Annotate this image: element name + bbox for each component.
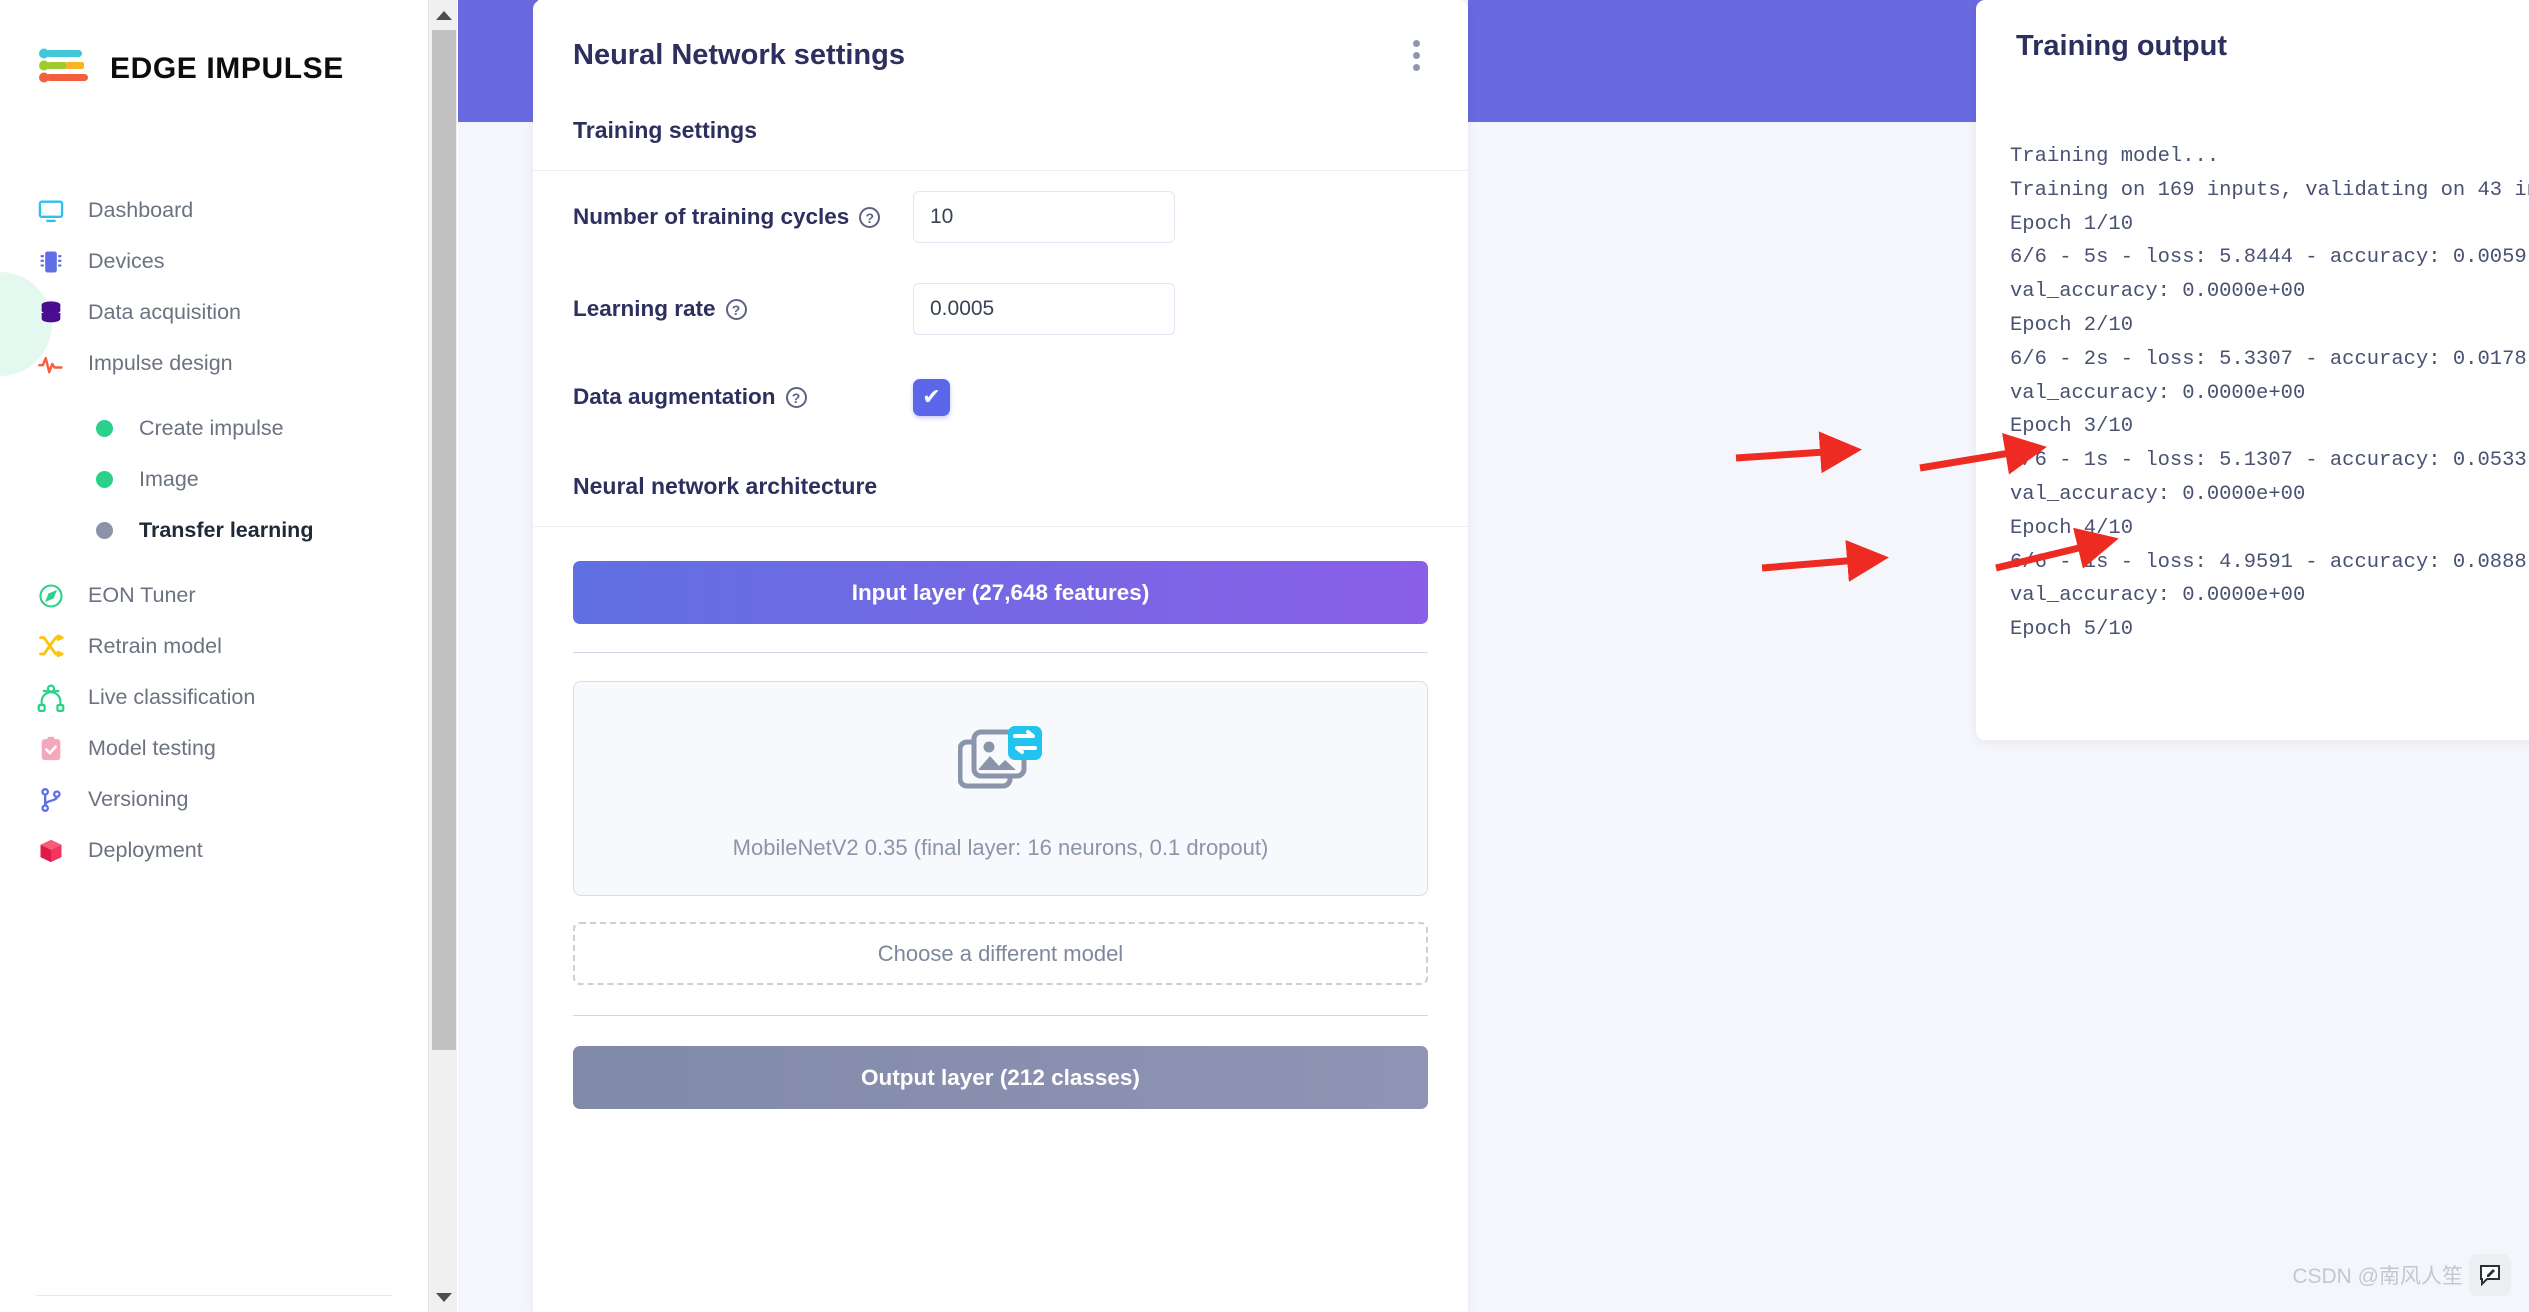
sidebar-nav: Dashboard Devices Data acquisition Impul… — [0, 185, 428, 876]
git-branch-icon — [36, 785, 66, 815]
nodes-icon — [36, 683, 66, 713]
sidebar-item-label: Impulse design — [88, 351, 233, 375]
sidebar-item-dashboard[interactable]: Dashboard — [0, 185, 428, 236]
nn-panel-header: Neural Network settings — [533, 0, 1468, 79]
sidebar-item-devices[interactable]: Devices — [0, 236, 428, 287]
divider — [573, 1015, 1428, 1016]
training-cycles-input[interactable] — [913, 191, 1175, 243]
database-icon — [36, 298, 66, 328]
architecture-body: Input layer (27,648 features) MobileNetV… — [533, 527, 1468, 1109]
sidebar-item-create-impulse[interactable]: Create impulse — [0, 403, 428, 454]
sidebar-item-label: Dashboard — [88, 198, 194, 222]
training-log-container: Training model... Training on 169 inputs… — [1976, 122, 2529, 740]
sidebar-item-retrain-model[interactable]: Retrain model — [0, 621, 428, 672]
sidebar-item-label: Versioning — [88, 787, 189, 811]
question-icon[interactable]: ? — [725, 298, 747, 320]
sidebar-item-label: Data acquisition — [88, 300, 241, 324]
kebab-menu-icon[interactable] — [1405, 32, 1428, 79]
sidebar-scrollbar[interactable] — [428, 0, 457, 1312]
sidebar-item-label: Deployment — [88, 838, 203, 862]
scroll-up-arrow-icon[interactable] — [429, 2, 458, 28]
sidebar-item-label: Create impulse — [139, 416, 284, 440]
sidebar-item-eon-tuner[interactable]: EON Tuner — [0, 570, 428, 621]
architecture-heading: Neural network architecture — [573, 473, 878, 499]
main-content: Neural Network settings Training setting… — [458, 0, 2529, 1312]
field-learning-rate: Learning rate ? — [533, 263, 1468, 355]
sidebar-item-label: Live classification — [88, 685, 256, 709]
divider — [573, 652, 1428, 653]
compass-icon — [36, 581, 66, 611]
shuffle-icon — [36, 632, 66, 662]
neural-network-settings-panel: Neural Network settings Training setting… — [533, 0, 1468, 1312]
field-label-text: Number of training cycles — [573, 204, 850, 229]
output-layer-button[interactable]: Output layer (212 classes) — [573, 1046, 1428, 1109]
training-settings-heading: Training settings — [573, 117, 758, 143]
field-label: Number of training cycles ? — [573, 204, 913, 230]
chip-icon — [36, 247, 66, 277]
dot-icon — [96, 522, 113, 539]
dot-icon — [96, 471, 113, 488]
training-output-panel: Training output Cancel Training model...… — [1976, 0, 2529, 740]
edge-impulse-logo-icon — [36, 48, 96, 90]
model-card[interactable]: MobileNetV2 0.35 (final layer: 16 neuron… — [573, 681, 1428, 896]
header-accent-left — [458, 0, 538, 122]
sidebar-scrollbar-thumb[interactable] — [432, 30, 456, 1050]
question-icon[interactable]: ? — [785, 386, 807, 408]
box-icon — [36, 836, 66, 866]
data-augmentation-checkbox[interactable]: ✔ — [913, 378, 950, 416]
sidebar-item-image[interactable]: Image — [0, 454, 428, 505]
sidebar-item-impulse-design[interactable]: Impulse design — [0, 338, 428, 389]
sidebar-item-label: Image — [139, 467, 199, 491]
field-data-augmentation: Data augmentation ? ✔ — [533, 355, 1468, 439]
sidebar: EDGE IMPULSE Dashboard Devices Data acqu… — [0, 0, 428, 1312]
field-label-text: Learning rate — [573, 296, 716, 321]
sidebar-item-label: Transfer learning — [139, 518, 314, 542]
training-output-header: Training output Cancel — [1976, 0, 2529, 62]
sidebar-divider — [36, 1295, 392, 1296]
sidebar-item-transfer-learning[interactable]: Transfer learning — [0, 505, 428, 556]
header-accent-right — [1468, 0, 2034, 122]
dot-icon — [96, 420, 113, 437]
sidebar-item-versioning[interactable]: Versioning — [0, 774, 428, 825]
pulse-icon — [36, 349, 66, 379]
sidebar-item-deployment[interactable]: Deployment — [0, 825, 428, 876]
brand-name: EDGE IMPULSE — [110, 52, 344, 85]
sidebar-item-label: Devices — [88, 249, 165, 273]
edit-badge-icon — [2469, 1254, 2511, 1296]
field-label: Data augmentation ? — [573, 384, 913, 410]
sidebar-item-model-testing[interactable]: Model testing — [0, 723, 428, 774]
scroll-down-arrow-icon[interactable] — [429, 1284, 458, 1310]
field-label: Learning rate ? — [573, 296, 913, 322]
watermark: CSDN @南风人笙 — [2292, 1254, 2511, 1296]
field-training-cycles: Number of training cycles ? — [533, 171, 1468, 263]
watermark-text: CSDN @南风人笙 — [2292, 1265, 2463, 1288]
choose-different-model-button[interactable]: Choose a different model — [573, 922, 1428, 985]
sidebar-item-data-acquisition[interactable]: Data acquisition — [0, 287, 428, 338]
monitor-icon — [36, 196, 66, 226]
question-icon[interactable]: ? — [859, 206, 881, 228]
sidebar-item-label: EON Tuner — [88, 583, 196, 607]
app-root: EDGE IMPULSE Dashboard Devices Data acqu… — [0, 0, 2529, 1312]
learning-rate-input[interactable] — [913, 283, 1175, 335]
image-transfer-icon — [957, 724, 1044, 801]
model-card-label: MobileNetV2 0.35 (final layer: 16 neuron… — [732, 835, 1269, 860]
field-label-text: Data augmentation — [573, 384, 776, 409]
page-title: Neural Network settings — [573, 39, 905, 71]
sidebar-item-label: Model testing — [88, 736, 216, 760]
sidebar-item-label: Retrain model — [88, 634, 222, 658]
brand-logo[interactable]: EDGE IMPULSE — [36, 48, 344, 90]
training-output-title: Training output — [2016, 30, 2228, 62]
sidebar-item-live-classification[interactable]: Live classification — [0, 672, 428, 723]
input-layer-button[interactable]: Input layer (27,648 features) — [573, 561, 1428, 624]
clipboard-check-icon — [36, 734, 66, 764]
training-log-text: Training model... Training on 169 inputs… — [2010, 145, 2529, 642]
